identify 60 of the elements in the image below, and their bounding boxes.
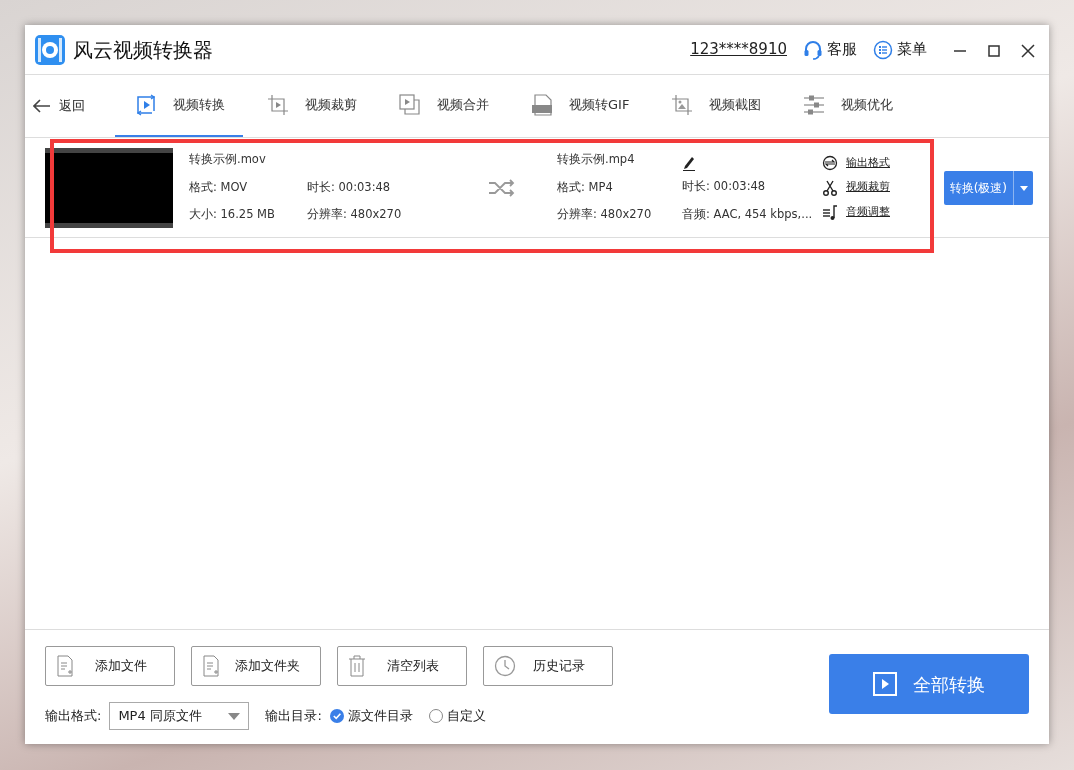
output-format-label: 输出格式: (45, 707, 102, 726)
clock-icon (494, 655, 516, 677)
app-logo-icon (35, 34, 65, 65)
output-format: 格式: MP4 (557, 181, 614, 194)
gif-file-icon (531, 94, 553, 116)
output-resolution: 分辨率: 480x270 (557, 209, 653, 221)
file-name: 转换示例.mov (189, 154, 267, 166)
toolbar-button[interactable]: 添加文件夹 (191, 646, 321, 686)
convert-button[interactable]: 转换(极速) (943, 170, 1013, 205)
play-icon (873, 672, 897, 696)
menu-button[interactable]: 菜单 (873, 38, 927, 61)
audio-list-icon (822, 204, 838, 220)
caret-icon (1019, 185, 1028, 191)
scissors-icon (822, 179, 838, 196)
sliders-icon (803, 94, 826, 116)
output-dir-label: 输出目录: (265, 707, 322, 726)
radio-option[interactable]: 源文件目录 (329, 706, 413, 726)
source-resolution: 分辨率: 480x270 (307, 209, 403, 221)
radio-button[interactable] (428, 709, 443, 723)
tab[interactable]: 视频转GIF (511, 75, 648, 137)
source-size: 大小: 16.25 MB (189, 209, 276, 221)
window-title: 风云视频转换器 (73, 36, 213, 64)
radio-button[interactable] (329, 709, 344, 723)
dropdown-button[interactable] (1013, 170, 1033, 205)
maximize-icon (987, 44, 1001, 58)
toolbar-button[interactable]: 清空列表 (337, 646, 467, 686)
headset-icon (803, 39, 823, 60)
source-duration: 时长: 00:03:48 (307, 181, 392, 194)
menu-icon (873, 39, 893, 60)
toolbar-button[interactable]: 添加文件 (45, 646, 175, 686)
close-icon (1021, 44, 1035, 58)
convert-all-button[interactable]: 全部转换 (829, 654, 1029, 714)
tab[interactable]: 视频裁剪 (247, 75, 375, 137)
output-file-name: 转换示例.mp4 (557, 154, 636, 166)
format-dropdown[interactable]: MP4 同原文件 (109, 702, 250, 730)
account-link[interactable]: 123****8910 (690, 38, 787, 61)
tab[interactable]: 视频转换 (115, 75, 243, 137)
toolbar-button[interactable]: 历史记录 (483, 646, 613, 686)
tab[interactable]: 视频截图 (651, 75, 780, 137)
tab[interactable]: 视频优化 (783, 75, 912, 137)
rename-button[interactable] (682, 155, 696, 171)
output-audio: 音频: AAC, 454 kbps,... (682, 208, 814, 220)
support-button[interactable]: 客服 (803, 38, 857, 61)
radio-option[interactable]: 自定义 (428, 706, 486, 726)
pencil-icon (682, 155, 696, 171)
back-button[interactable]: 返回 (33, 96, 115, 116)
edit-link[interactable]: 音频调整 (822, 203, 924, 221)
source-format: 格式: MOV (189, 181, 249, 194)
edit-link[interactable]: 输出格式 (822, 154, 924, 172)
output-duration: 时长: 00:03:48 (682, 181, 767, 193)
image-crop-icon (671, 94, 694, 116)
caret-icon (228, 712, 241, 720)
format-icon (822, 155, 838, 171)
crop-icon (267, 94, 289, 116)
merge-icon (399, 94, 421, 116)
tab[interactable]: 视频合并 (379, 75, 507, 137)
back-arrow-icon (33, 99, 51, 113)
edit-link[interactable]: 视频裁剪 (822, 179, 924, 196)
shuffle-icon (488, 178, 516, 197)
convert-icon (135, 94, 157, 116)
